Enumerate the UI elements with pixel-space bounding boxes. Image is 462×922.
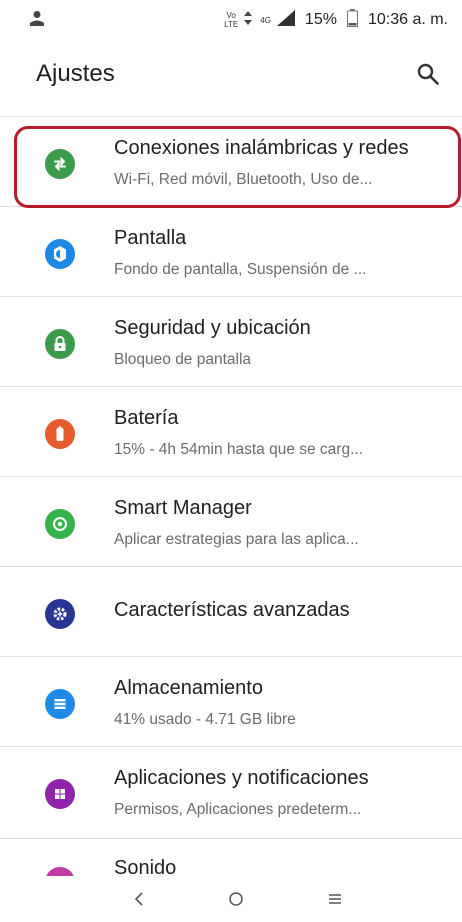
search-button[interactable] — [412, 60, 444, 92]
user-icon — [30, 10, 44, 31]
brightness-icon — [45, 239, 75, 269]
lock-icon — [45, 329, 75, 359]
status-bar: Vo LTE 4G 15% 10:36 a. m. — [0, 0, 462, 40]
back-button[interactable] — [124, 886, 154, 916]
battery-status-icon — [346, 8, 358, 32]
settings-item-title: Almacenamiento — [114, 677, 263, 699]
search-icon — [416, 62, 440, 91]
volte-indicator: Vo LTE — [224, 11, 239, 29]
settings-item-connections[interactable]: Conexiones inalámbricas y redes Wi-Fi, R… — [0, 116, 462, 206]
network-type: 4G — [260, 15, 271, 25]
settings-list: Conexiones inalámbricas y redes Wi-Fi, R… — [0, 116, 462, 836]
home-button[interactable] — [221, 886, 251, 916]
settings-item-title: Smart Manager — [114, 497, 252, 519]
settings-item-sound[interactable]: Sonido — [0, 838, 462, 877]
settings-item-battery[interactable]: Batería 15% - 4h 54min hasta que se carg… — [0, 386, 462, 476]
settings-item-title: Seguridad y ubicación — [114, 317, 311, 339]
settings-item-subtitle: Permisos, Aplicaciones predeterm... — [114, 801, 362, 818]
settings-item-subtitle: 15% - 4h 54min hasta que se carg... — [114, 441, 364, 458]
back-icon — [132, 891, 146, 912]
recents-button[interactable] — [320, 886, 350, 916]
connections-icon — [45, 149, 75, 179]
settings-item-subtitle: 41% usado - 4.71 GB libre — [114, 711, 296, 728]
smart-manager-icon — [45, 509, 75, 539]
app-header: Ajustes — [0, 46, 462, 106]
apps-icon — [45, 779, 75, 809]
settings-item-security[interactable]: Seguridad y ubicación Bloqueo de pantall… — [0, 296, 462, 386]
settings-item-display[interactable]: Pantalla Fondo de pantalla, Suspensión d… — [0, 206, 462, 296]
data-arrows-icon — [244, 10, 253, 30]
settings-item-subtitle: Bloqueo de pantalla — [114, 351, 252, 368]
settings-item-title: Aplicaciones y notificaciones — [114, 767, 369, 789]
settings-item-subtitle: Aplicar estrategias para las aplica... — [114, 531, 359, 548]
navigation-bar — [0, 876, 462, 922]
page-title: Ajustes — [36, 60, 115, 87]
clock: 10:36 a. m. — [367, 11, 448, 28]
signal-icon — [276, 9, 295, 31]
settings-item-title: Pantalla — [114, 227, 187, 249]
settings-item-apps[interactable]: Aplicaciones y notificaciones Permisos, … — [0, 746, 462, 836]
menu-icon — [327, 891, 343, 912]
settings-item-title: Sonido — [114, 857, 177, 877]
gear-plus-icon — [45, 599, 75, 629]
settings-item-smart-manager[interactable]: Smart Manager Aplicar estrategias para l… — [0, 476, 462, 566]
settings-item-title: Características avanzadas — [114, 599, 350, 621]
settings-item-title: Conexiones inalámbricas y redes — [114, 137, 409, 159]
battery-percent: 15% — [304, 11, 337, 28]
home-icon — [228, 891, 244, 912]
battery-icon — [45, 419, 75, 449]
settings-item-subtitle: Fondo de pantalla, Suspensión de ... — [114, 261, 367, 278]
storage-icon — [45, 689, 75, 719]
settings-item-storage[interactable]: Almacenamiento 41% usado - 4.71 GB libre — [0, 656, 462, 746]
settings-item-advanced-features[interactable]: Características avanzadas — [0, 566, 462, 656]
settings-item-subtitle: Wi-Fi, Red móvil, Bluetooth, Uso de... — [114, 171, 373, 188]
settings-item-title: Batería — [114, 407, 179, 429]
